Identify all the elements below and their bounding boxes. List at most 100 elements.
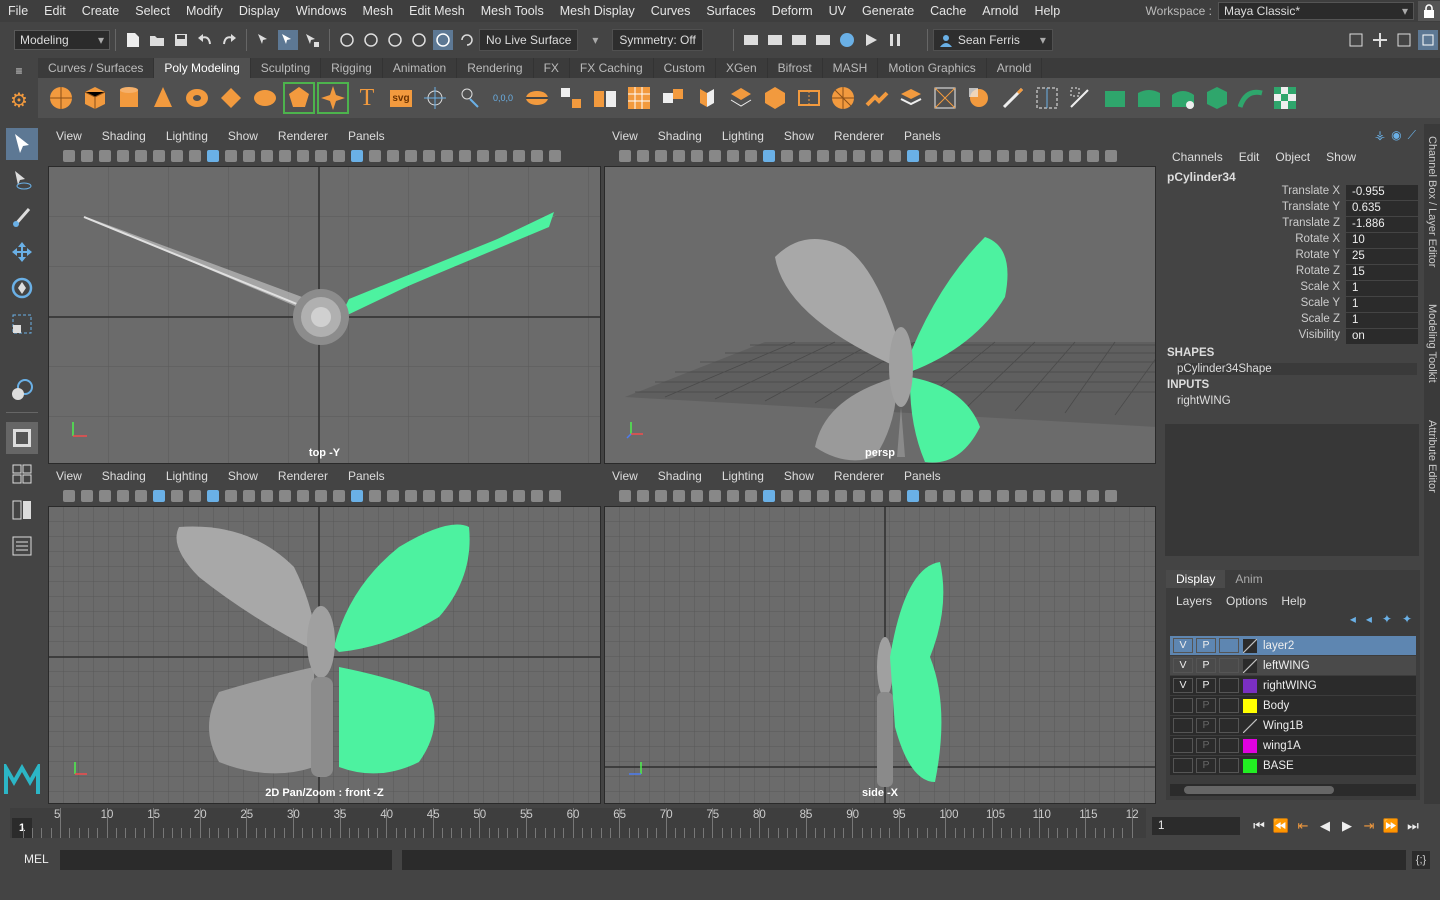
cb-menu-channels[interactable]: Channels xyxy=(1172,150,1223,164)
attr-value-field[interactable]: on xyxy=(1346,329,1418,344)
vp-menu-renderer[interactable]: Renderer xyxy=(834,469,884,483)
checker-icon[interactable] xyxy=(1271,84,1299,112)
layer-row[interactable]: V P rightWING xyxy=(1170,676,1416,695)
layer-menu-help[interactable]: Help xyxy=(1281,594,1306,608)
viewport-canvas[interactable]: 2D Pan/Zoom : front -Z xyxy=(48,506,601,804)
vp-menu-panels[interactable]: Panels xyxy=(904,129,941,143)
layer-visibility-toggle[interactable]: V xyxy=(1173,678,1193,693)
menu-file[interactable]: File xyxy=(0,4,36,18)
platonic-icon[interactable] xyxy=(283,82,315,114)
play-render-icon[interactable] xyxy=(861,30,881,50)
gear-icon[interactable]: ⚙ xyxy=(10,88,28,113)
tab-arnold[interactable]: Arnold xyxy=(987,58,1043,78)
layer-display-type[interactable] xyxy=(1219,658,1239,673)
green-box-icon[interactable] xyxy=(1203,84,1231,112)
green-curve-icon[interactable] xyxy=(1237,84,1265,112)
step-back-key-icon[interactable]: ⏪ xyxy=(1270,815,1292,837)
workspace-dropdown[interactable]: Maya Classic* xyxy=(1218,2,1414,20)
input-node[interactable]: rightWING xyxy=(1177,395,1231,407)
snap-view-icon[interactable] xyxy=(409,30,429,50)
vp-menu-lighting[interactable]: Lighting xyxy=(166,469,208,483)
scrollbar-thumb[interactable] xyxy=(1184,786,1334,794)
side-tab-modeling-toolkit[interactable]: Modeling Toolkit xyxy=(1426,304,1438,383)
vp-menu-view[interactable]: View xyxy=(56,469,82,483)
menu-display[interactable]: Display xyxy=(231,4,288,18)
new-layer-icon[interactable]: ✦ xyxy=(1382,612,1392,626)
mirror-icon[interactable] xyxy=(693,84,721,112)
attr-value-field[interactable]: 10 xyxy=(1346,233,1418,248)
layer-display-type[interactable] xyxy=(1219,738,1239,753)
mel-label[interactable]: MEL xyxy=(24,852,49,866)
vp-menu-view[interactable]: View xyxy=(612,129,638,143)
menu-uv[interactable]: UV xyxy=(821,4,854,18)
tab-animation[interactable]: Animation xyxy=(383,58,458,78)
poly-torus-icon[interactable] xyxy=(183,84,211,112)
snap-rotate-icon[interactable] xyxy=(457,30,477,50)
channel-box-icon[interactable] xyxy=(1418,30,1438,50)
layer-color-swatch[interactable] xyxy=(1243,738,1257,753)
layer-visibility-toggle[interactable] xyxy=(1173,738,1193,753)
vp-menu-shading[interactable]: Shading xyxy=(102,469,146,483)
vp-menu-show[interactable]: Show xyxy=(784,129,814,143)
layer-menu-layers[interactable]: Layers xyxy=(1176,594,1212,608)
modeling-toolkit-icon[interactable] xyxy=(1346,30,1366,50)
smooth-icon[interactable] xyxy=(625,84,653,112)
layer-row[interactable]: V P layer2 xyxy=(1170,636,1416,655)
attribute-editor-icon[interactable] xyxy=(1370,30,1390,50)
quad-draw-icon[interactable] xyxy=(931,84,959,112)
layer-menu-options[interactable]: Options xyxy=(1226,594,1267,608)
step-back-frame-icon[interactable]: ⇤ xyxy=(1292,815,1314,837)
tab-motion-graphics[interactable]: Motion Graphics xyxy=(878,58,987,78)
vp-menu-shading[interactable]: Shading xyxy=(102,129,146,143)
menu-create[interactable]: Create xyxy=(74,4,128,18)
pause-render-icon[interactable] xyxy=(885,30,905,50)
time-slider[interactable]: 1 5 10 15 20 25 30 35 40 45 50 55 60 65 70 75 80 85 90 95 1… xyxy=(10,808,1146,838)
viewport-toolbar[interactable] xyxy=(48,486,601,506)
insert-edge-loop-icon[interactable] xyxy=(795,84,823,112)
cb-menu-show[interactable]: Show xyxy=(1326,150,1356,164)
attr-value-field[interactable]: -1.886 xyxy=(1346,217,1418,232)
layer-display-type[interactable] xyxy=(1219,638,1239,653)
menu-help[interactable]: Help xyxy=(1026,4,1068,18)
menu-cache[interactable]: Cache xyxy=(922,4,974,18)
separate-icon[interactable] xyxy=(455,84,483,112)
layer-display-type[interactable] xyxy=(1219,678,1239,693)
channel-box-layers-icon[interactable]: ⚶ xyxy=(1375,128,1385,143)
tool-settings-icon[interactable] xyxy=(1394,30,1414,50)
menu-arnold[interactable]: Arnold xyxy=(974,4,1026,18)
connect-icon[interactable] xyxy=(897,84,925,112)
paint-tool-icon[interactable] xyxy=(6,200,38,232)
vp-menu-panels[interactable]: Panels xyxy=(904,469,941,483)
scale-tool-icon[interactable] xyxy=(6,308,38,340)
poly-sphere-icon[interactable] xyxy=(47,84,75,112)
shape-node[interactable]: pCylinder34Shape xyxy=(1177,363,1417,375)
menu-mesh[interactable]: Mesh xyxy=(355,4,402,18)
poly-cone-icon[interactable] xyxy=(149,84,177,112)
boolean-icon[interactable] xyxy=(727,84,755,112)
snowflake-icon[interactable]: 0,0,0 xyxy=(489,84,517,112)
layer-row[interactable]: P BASE xyxy=(1170,756,1416,775)
vp-menu-panels[interactable]: Panels xyxy=(348,129,385,143)
vp-menu-lighting[interactable]: Lighting xyxy=(722,129,764,143)
paint-select-icon[interactable] xyxy=(999,84,1027,112)
bevel-icon[interactable] xyxy=(591,84,619,112)
tab-fx-caching[interactable]: FX Caching xyxy=(570,58,654,78)
go-to-start-icon[interactable]: ⏮ xyxy=(1248,815,1270,837)
vp-menu-view[interactable]: View xyxy=(612,469,638,483)
go-to-end-icon[interactable]: ⏭ xyxy=(1402,815,1424,837)
script-editor-icon[interactable]: {;} xyxy=(1412,851,1430,869)
snap-point-icon[interactable] xyxy=(385,30,405,50)
single-perspective-layout-icon[interactable] xyxy=(6,422,38,454)
menu-edit-mesh[interactable]: Edit Mesh xyxy=(401,4,473,18)
save-scene-icon[interactable] xyxy=(171,30,191,50)
menu-select[interactable]: Select xyxy=(127,4,178,18)
render-frame-icon[interactable] xyxy=(765,30,785,50)
poly-cylinder-icon[interactable] xyxy=(115,84,143,112)
select-component-icon[interactable] xyxy=(302,30,322,50)
attr-value-field[interactable]: -0.955 xyxy=(1346,185,1418,200)
multi-cut-icon[interactable] xyxy=(829,84,857,112)
attr-value-field[interactable]: 0.635 xyxy=(1346,201,1418,216)
vp-menu-renderer[interactable]: Renderer xyxy=(834,129,884,143)
tab-display[interactable]: Display xyxy=(1166,570,1226,588)
menu-edit[interactable]: Edit xyxy=(36,4,74,18)
